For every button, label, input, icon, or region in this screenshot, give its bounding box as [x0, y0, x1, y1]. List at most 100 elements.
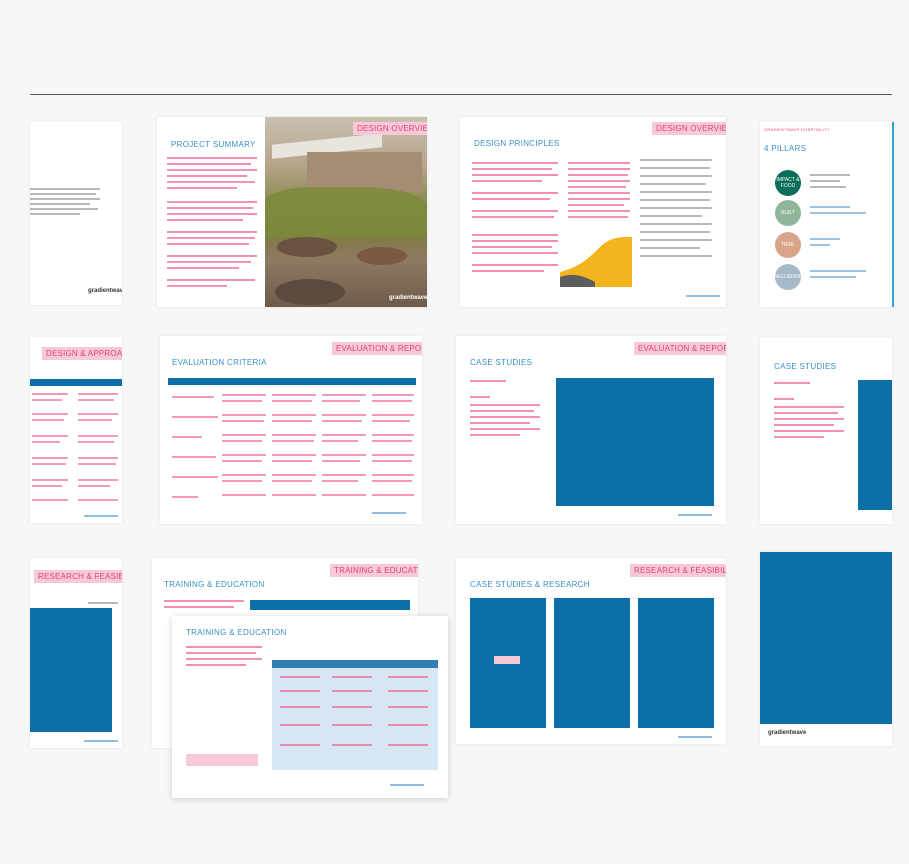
text-line — [568, 216, 628, 218]
text-line — [472, 168, 552, 170]
table-cell — [322, 460, 360, 462]
table-cell — [372, 480, 412, 482]
text-line — [774, 436, 824, 438]
page-footer — [372, 512, 406, 514]
page-case-studies[interactable]: EVALUATION & REPORTING CASE STUDIES — [456, 336, 726, 524]
section-tag: DESIGN & APPROACH — [42, 347, 122, 360]
table-cell — [272, 420, 312, 422]
table-cell — [222, 494, 266, 496]
text-line — [568, 186, 626, 188]
text-line — [167, 181, 255, 183]
text-line — [167, 213, 257, 215]
photo-rocks — [275, 279, 345, 305]
text-line — [167, 187, 237, 189]
text-line — [30, 203, 90, 205]
text-line — [167, 207, 253, 209]
table-cell — [372, 434, 414, 436]
page-footer — [678, 736, 712, 738]
table-cell — [32, 485, 62, 487]
table-cell — [272, 480, 312, 482]
page-title: TRAINING & EDUCATION — [186, 628, 287, 637]
section-tag: TRAINING & EDUCATION — [330, 564, 418, 577]
table-cell — [78, 499, 118, 501]
text-line — [388, 724, 428, 726]
page-evaluation-criteria[interactable]: EVALUATION & REPORTING EVALUATION CRITER… — [160, 336, 422, 524]
page-project-summary[interactable]: PROJECT SUMMARY DESIGN OVERVIEW gradient… — [157, 117, 427, 307]
text-line — [164, 606, 234, 608]
page-training-front[interactable]: TRAINING & EDUCATION — [172, 616, 448, 798]
page-case-studies-right[interactable]: CASE STUDIES — [760, 338, 892, 524]
text-line — [640, 183, 706, 185]
section-tag: RESEARCH & FEASIBILITY — [630, 564, 726, 577]
table-cell — [322, 480, 358, 482]
image-placeholder — [858, 380, 892, 510]
text-line — [810, 276, 856, 278]
page-title: 4 PILLARS — [764, 144, 807, 153]
text-line — [472, 180, 542, 182]
section-tag: RESEARCH & FEASIBILITY — [34, 570, 122, 583]
page-design-principles[interactable]: DESIGN OVERVIEW DESIGN PRINCIPLES — [460, 117, 726, 307]
page-end[interactable]: gradientwave — [760, 552, 892, 746]
text-line — [774, 430, 844, 432]
page-case-studies-research[interactable]: RESEARCH & FEASIBILITY CASE STUDIES & RE… — [456, 558, 726, 744]
text-line — [810, 270, 866, 272]
table-cell — [172, 416, 218, 418]
page-footer — [686, 295, 720, 297]
text-line — [472, 210, 558, 212]
text-line — [470, 416, 540, 418]
table-cell — [32, 463, 66, 465]
photo-rocks — [277, 237, 337, 257]
text-line — [88, 602, 118, 604]
table-cell — [322, 494, 366, 496]
table-cell — [372, 440, 412, 442]
text-line — [167, 201, 257, 203]
text-line — [30, 193, 96, 195]
photo-shrubs — [265, 187, 427, 237]
text-line — [640, 207, 712, 209]
table-cell — [222, 394, 266, 396]
page-title: DESIGN PRINCIPLES — [474, 139, 560, 148]
table-cell — [78, 399, 114, 401]
table-cell — [322, 454, 366, 456]
page-design-approach[interactable]: DESIGN & APPROACH — [30, 337, 122, 523]
table-cell — [222, 414, 266, 416]
text-line — [472, 198, 550, 200]
pillar-circle: WELLBEING — [773, 264, 803, 290]
text-line — [810, 180, 840, 182]
table-cell — [172, 496, 198, 498]
table-cell — [222, 440, 262, 442]
table-cell — [32, 479, 68, 481]
table-cell — [172, 476, 218, 478]
text-line — [810, 206, 850, 208]
top-divider — [30, 94, 892, 95]
text-line — [640, 191, 712, 193]
table-cell — [372, 454, 414, 456]
page-kicker: GRADIENTWAVE HOSPITALITY — [764, 127, 831, 132]
text-line — [167, 157, 257, 159]
text-line — [30, 208, 98, 210]
page-title: CASE STUDIES — [470, 358, 533, 367]
text-line — [167, 169, 257, 171]
page-research-feasibility-left[interactable]: RESEARCH & FEASIBILITY — [30, 558, 122, 748]
table-cell — [272, 414, 316, 416]
note-box — [186, 754, 258, 766]
table-cell — [222, 454, 266, 456]
text-line — [470, 396, 490, 398]
text-line — [470, 428, 540, 430]
image-caption — [494, 656, 520, 664]
page-intro[interactable]: gradientwave — [30, 122, 122, 305]
table-cell — [172, 396, 214, 398]
table-cell — [78, 463, 116, 465]
table-cell — [32, 441, 60, 443]
text-line — [640, 231, 710, 233]
text-line — [810, 174, 850, 176]
table-cell — [322, 414, 366, 416]
text-line — [167, 279, 255, 281]
text-line — [640, 255, 712, 257]
table-cell — [372, 414, 414, 416]
text-line — [774, 398, 794, 400]
section-tag: EVALUATION & REPORTING — [332, 342, 422, 355]
text-line — [640, 215, 702, 217]
text-line — [472, 252, 558, 254]
page-pillars[interactable]: GRADIENTWAVE HOSPITALITY 4 PILLARS IMPAC… — [760, 122, 894, 307]
